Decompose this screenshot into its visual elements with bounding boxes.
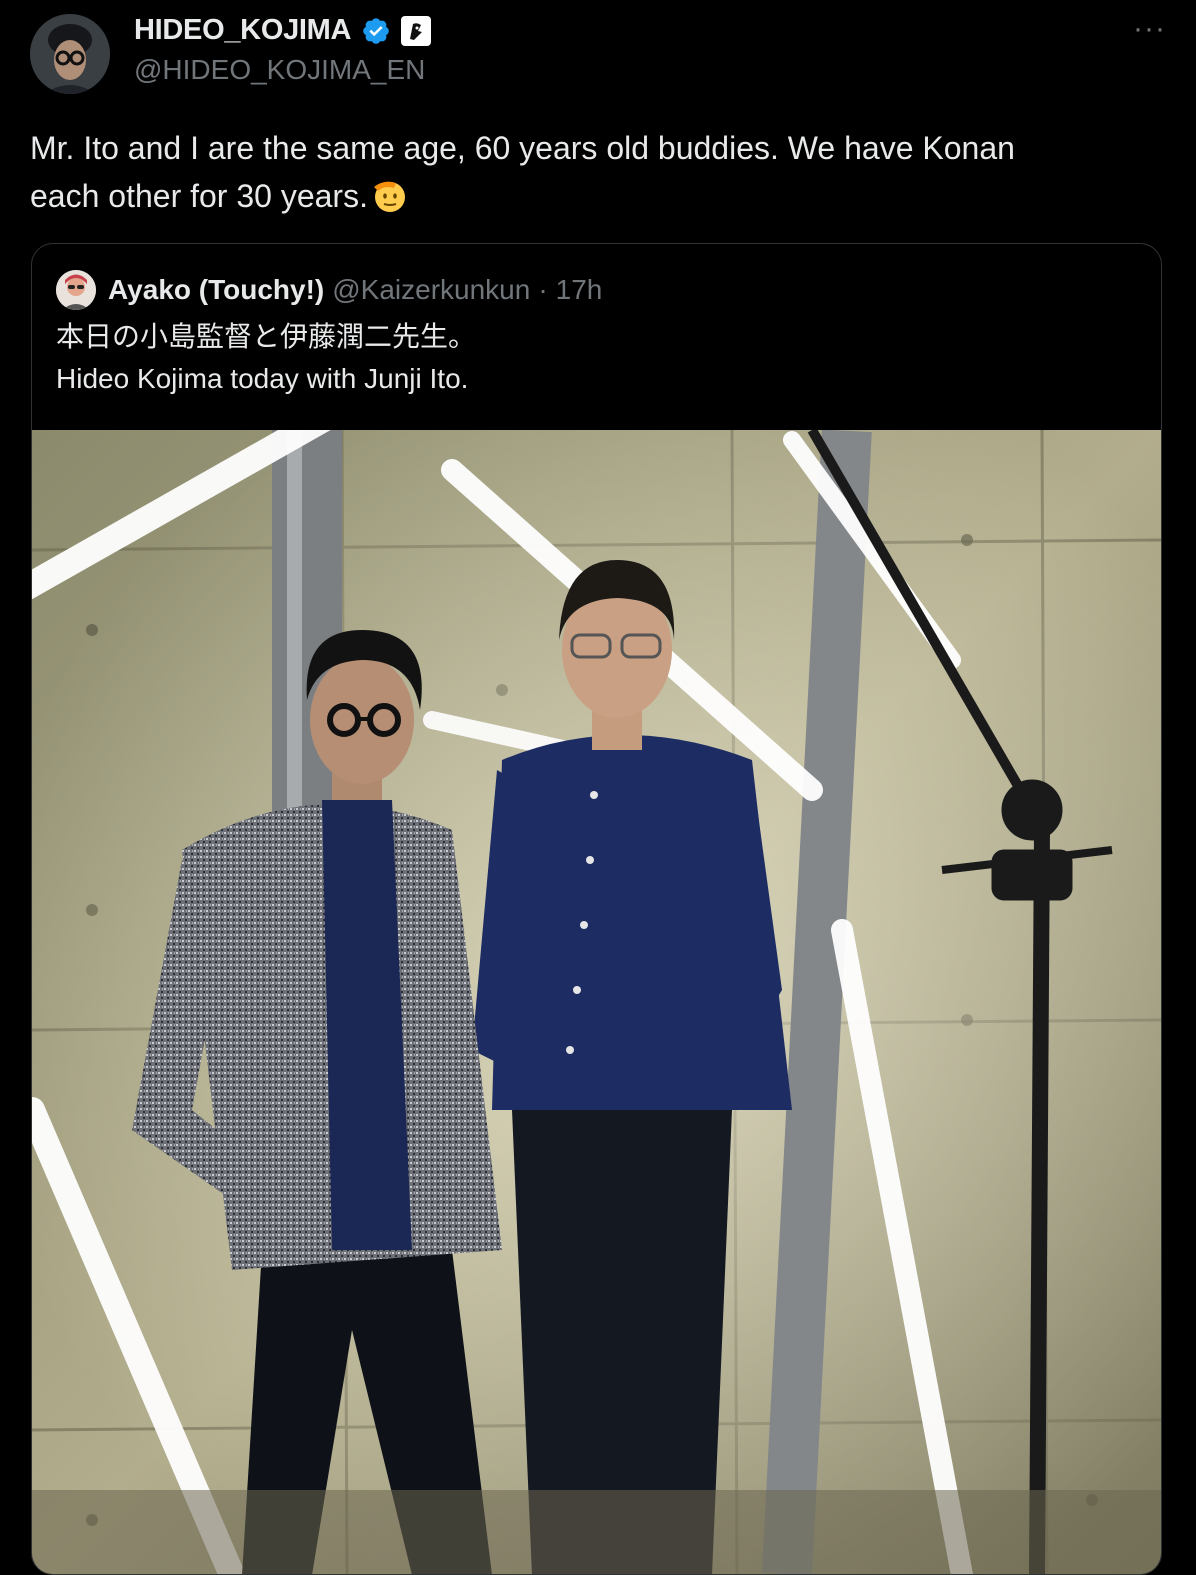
quoted-text-line-1: 本日の小島監督と伊藤潤二先生。 (56, 321, 477, 352)
affiliate-badge-icon[interactable] (401, 15, 432, 46)
quoted-tweet-photo[interactable] (32, 430, 1161, 1574)
author-avatar[interactable] (30, 14, 110, 94)
quoted-text-line-2: Hideo Kojima today with Junji Ito. (56, 363, 469, 394)
tweet-text-line-2-text: each other for 30 years. (30, 178, 368, 214)
quoted-tweet-card[interactable]: Ayako (Touchy!) @Kaizerkunkun · 17h 本日の小… (31, 243, 1162, 1575)
tweet-text-line-2: each other for 30 years. (30, 172, 1150, 220)
photo-illustration (32, 430, 1161, 1574)
author-name-row: HIDEO_KOJIMA (134, 14, 432, 47)
affiliate-logo-icon (410, 22, 423, 40)
saluting-face-emoji (373, 181, 405, 212)
more-options-icon[interactable]: ··· (1133, 14, 1166, 44)
author-avatar-image (30, 14, 110, 94)
author-handle[interactable]: @HIDEO_KOJIMA_EN (134, 54, 425, 86)
author-name[interactable]: HIDEO_KOJIMA (134, 14, 351, 47)
quoted-author-avatar[interactable] (56, 270, 96, 310)
quoted-author-avatar-image (56, 270, 96, 310)
quoted-author-name[interactable]: Ayako (Touchy!) (108, 274, 324, 306)
tweet-text: Mr. Ito and I are the same age, 60 years… (30, 124, 1150, 220)
quoted-tweet-text: 本日の小島監督と伊藤潤二先生。 Hideo Kojima today with … (56, 316, 1136, 400)
quoted-timestamp[interactable]: 17h (556, 274, 603, 306)
tweet-text-line-1: Mr. Ito and I are the same age, 60 years… (30, 130, 1015, 166)
quoted-separator: · (538, 274, 548, 305)
quoted-tweet-header: Ayako (Touchy!) @Kaizerkunkun · 17h (56, 270, 602, 310)
quoted-author-handle[interactable]: @Kaizerkunkun (332, 274, 530, 306)
verified-badge-icon[interactable] (361, 16, 391, 46)
